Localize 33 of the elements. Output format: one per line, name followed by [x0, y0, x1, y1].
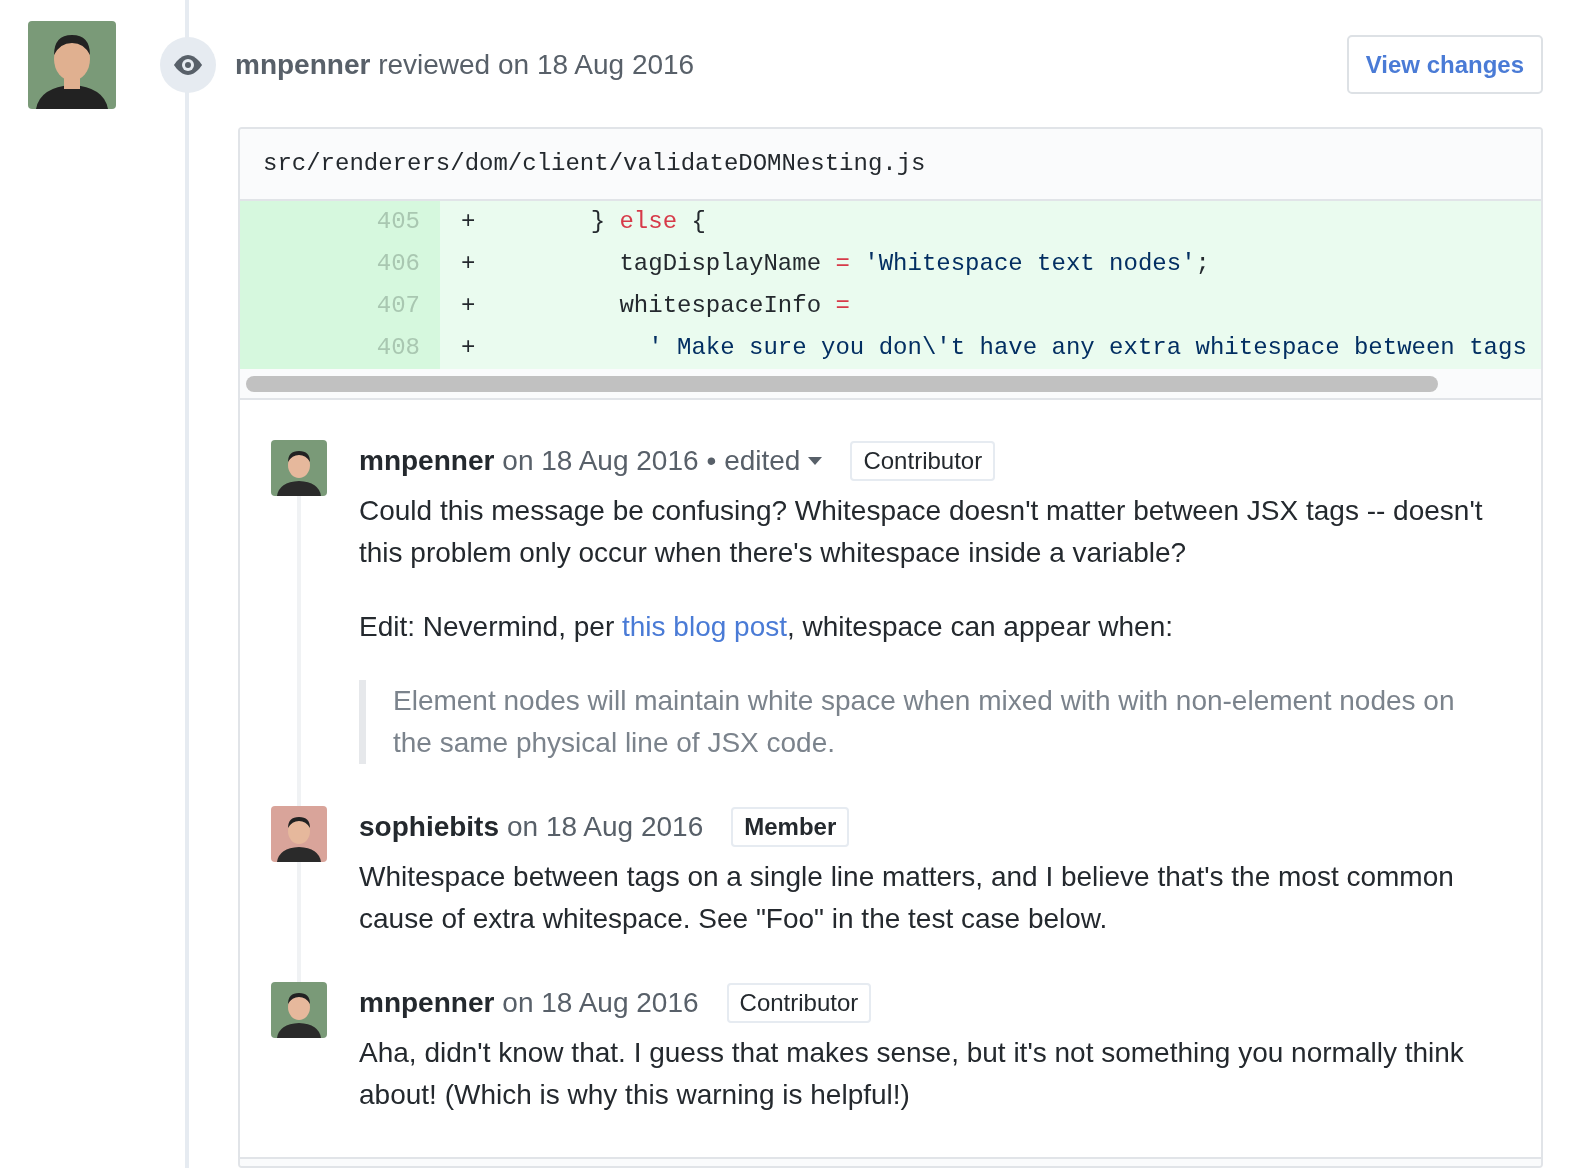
comment-text: Could this message be confusing? Whitespace doesn't matter between JSX tags -- doesn't this problem only occur when there's whitespace inside a variable? [359, 494, 1484, 570]
edited-dropdown[interactable]: • edited [706, 440, 823, 482]
diff-marker: + [461, 249, 476, 279]
eye-icon [172, 53, 204, 76]
comment-date[interactable]: on 18 Aug 2016 [502, 982, 699, 1024]
avatar[interactable] [28, 21, 116, 109]
code-line: tagDisplayName = 'Whitespace text nodes'; [618, 249, 1210, 279]
comment-text: Whitespace between tags on a single line matters, and I believe that's the most common cause of extra whitespace. See "Foo" in the test case below. [359, 860, 1455, 936]
blog-post-link[interactable]: this blog post [622, 611, 787, 642]
diff-marker: + [461, 207, 476, 237]
caret-icon [808, 457, 823, 465]
role-badge: Contributor [850, 441, 996, 481]
comment-text: Edit: Nevermind, per this blog post, whitespace can appear when: [359, 610, 1175, 644]
comment-text: Aha, didn't know that. I guess that makes sense, but it's not something you normally think about! (Which is why this warning is helpful!) [359, 1036, 1465, 1112]
comment-author[interactable]: mnpenner [359, 440, 495, 482]
role-badge: Contributor [726, 983, 872, 1023]
diff-marker: + [461, 291, 476, 321]
avatar[interactable] [271, 806, 327, 862]
view-changes-button[interactable]: View changes [1346, 35, 1543, 94]
scrollbar[interactable] [246, 375, 1438, 392]
comment-date[interactable]: on 18 Aug 2016 [502, 440, 699, 482]
role-badge: Member [731, 807, 850, 847]
block-quote: Element nodes will maintain white space when mixed with with non-element nodes on the same physical line of JSX code. [359, 680, 1501, 764]
code-line: whitespaceInfo = [618, 291, 850, 321]
review-heading: mnpenner reviewed on 18 Aug 2016 [235, 47, 695, 82]
comment-author[interactable]: sophiebits [359, 806, 499, 848]
code-line: ' Make sure you don\'t have any extra whitespace between tags [647, 333, 1527, 363]
avatar[interactable] [271, 982, 327, 1038]
comment-date[interactable]: on 18 Aug 2016 [507, 806, 704, 848]
comment-author[interactable]: mnpenner [359, 982, 495, 1024]
code-line: } else { [589, 207, 706, 237]
diff-marker: + [461, 333, 476, 363]
avatar[interactable] [271, 440, 327, 496]
